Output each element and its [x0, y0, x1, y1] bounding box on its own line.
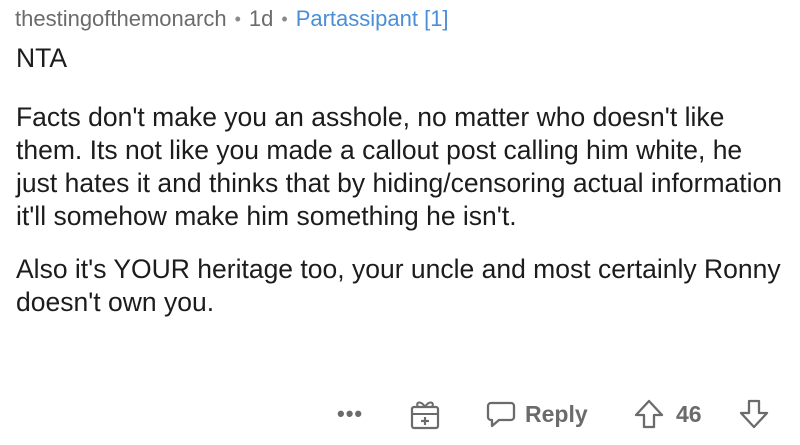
comment-actions: ••• Reply 46 [0, 392, 800, 436]
reply-label: Reply [525, 400, 588, 427]
speech-bubble-icon [486, 401, 516, 428]
comment-paragraph: Also it's YOUR heritage too, your uncle … [16, 254, 781, 317]
downvote-button[interactable] [737, 392, 771, 436]
comment-meta: thestingofthemonarch • 1d • Partassipant… [15, 4, 449, 34]
comment-age: 1d [248, 6, 274, 31]
upvote-button[interactable] [632, 392, 666, 436]
user-flair: Partassipant [1] [295, 6, 449, 31]
gift-award-icon [410, 401, 440, 430]
meta-separator: • [234, 8, 241, 29]
arrow-down-icon [739, 399, 769, 429]
comment-body: NTA Facts don't make you an asshole, no … [16, 42, 786, 319]
comment: thestingofthemonarch • 1d • Partassipant… [0, 0, 800, 445]
ellipsis-icon: ••• [337, 401, 364, 426]
meta-separator: • [281, 8, 288, 29]
arrow-up-icon [634, 399, 664, 429]
give-award-button[interactable] [408, 392, 442, 436]
comment-paragraph: Facts don't make you an asshole, no matt… [16, 102, 783, 231]
author-username[interactable]: thestingofthemonarch [15, 6, 227, 32]
comment-verdict: NTA [16, 43, 68, 73]
reply-button[interactable]: Reply [485, 392, 588, 436]
more-options-button[interactable]: ••• [337, 392, 363, 436]
vote-score: 46 [676, 400, 702, 427]
